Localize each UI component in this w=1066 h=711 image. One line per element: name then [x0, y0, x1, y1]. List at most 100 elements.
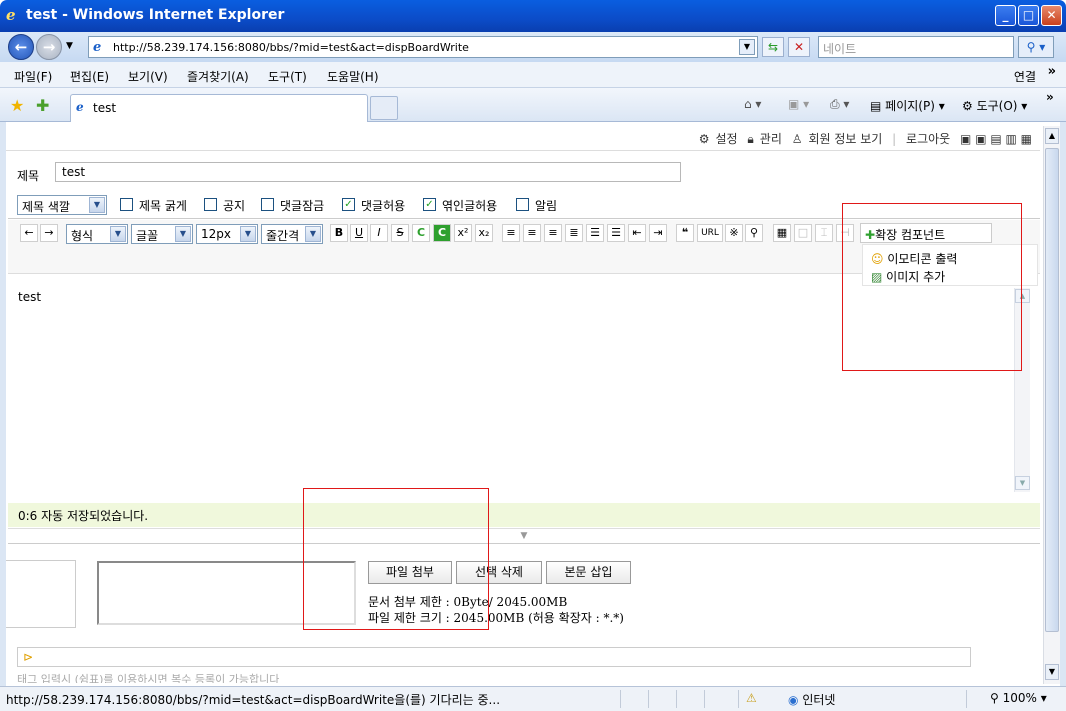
chevron-down-icon: ▼: [175, 226, 191, 242]
menu-edit[interactable]: 편집(E): [70, 68, 109, 85]
top-links: ⚙ 설정 🔒︎ 관리 ♙ 회원 정보 보기 | 로그아웃 ▣ ▣ ▤ ▥ ▦: [698, 132, 1032, 146]
window-titlebar: e test - Windows Internet Explorer _ □ ✕: [0, 0, 1066, 32]
table-icon[interactable]: ▦: [773, 224, 791, 242]
chevron-down-icon: ▼: [305, 226, 321, 242]
address-dropdown-icon[interactable]: ▼: [739, 39, 755, 55]
cell-merge-icon[interactable]: □: [794, 224, 812, 242]
tools-menu[interactable]: ⚙ 도구(O) ▾: [962, 97, 1027, 114]
add-favorite-icon[interactable]: ✚: [36, 96, 49, 115]
zoom-level[interactable]: ⚲ 100% ▾: [990, 691, 1047, 705]
scroll-down-icon[interactable]: ▼: [1045, 664, 1059, 680]
align-justify-icon[interactable]: ≣: [565, 224, 583, 242]
unordered-list-icon[interactable]: ☰: [607, 224, 625, 242]
admin-link[interactable]: 🔒︎ 관리: [747, 132, 781, 146]
checkbox-bold-title[interactable]: [120, 198, 133, 211]
superscript-icon[interactable]: x²: [454, 224, 472, 242]
stop-icon[interactable]: ✕: [788, 37, 810, 57]
back-button[interactable]: ←: [8, 34, 34, 60]
url-icon[interactable]: URL: [697, 224, 723, 242]
address-field[interactable]: e http://58.239.174.156:8080/bbs/?mid=te…: [88, 36, 758, 58]
menu-file[interactable]: 파일(F): [14, 68, 52, 85]
page-menu-label: 페이지(P): [885, 99, 935, 113]
search-icon[interactable]: ⚲: [745, 224, 763, 242]
align-left-icon[interactable]: ≡: [502, 224, 520, 242]
font-color-icon[interactable]: C: [412, 224, 430, 242]
option-label: 공지: [223, 199, 246, 213]
option-label: 댓글잠금: [280, 199, 325, 213]
italic-icon[interactable]: I: [370, 224, 388, 242]
settings-link[interactable]: ⚙ 설정: [699, 132, 738, 146]
outdent-icon[interactable]: ⇤: [628, 224, 646, 242]
menu-view[interactable]: 보기(V): [128, 68, 168, 85]
indent-icon[interactable]: ⇥: [649, 224, 667, 242]
print-icon[interactable]: ⎙ ▾: [830, 97, 849, 112]
ie-logo-icon: e: [6, 6, 16, 24]
menu-help[interactable]: 도움말(H): [327, 68, 379, 85]
status-bar: http://58.239.174.156:8080/bbs/?mid=test…: [0, 686, 1066, 711]
close-button[interactable]: ✕: [1041, 5, 1062, 26]
checkbox-notice[interactable]: [204, 198, 217, 211]
logout-link[interactable]: 로그아웃: [906, 132, 950, 146]
align-right-icon[interactable]: ≡: [544, 224, 562, 242]
search-button[interactable]: ⚲ ▾: [1018, 36, 1054, 58]
commands-chevron-icon[interactable]: »: [1046, 90, 1054, 104]
align-center-icon[interactable]: ≡: [523, 224, 541, 242]
menu-favorites[interactable]: 즐겨찾기(A): [187, 68, 249, 85]
address-url[interactable]: http://58.239.174.156:8080/bbs/?mid=test…: [113, 41, 469, 54]
editor-content[interactable]: test: [18, 290, 41, 304]
search-input[interactable]: 네이트: [818, 36, 1014, 58]
links-label[interactable]: 연결: [1014, 68, 1036, 85]
home-icon[interactable]: ⌂ ▾: [744, 97, 761, 111]
minimize-button[interactable]: _: [995, 5, 1016, 26]
quote-icon[interactable]: ❝: [676, 224, 694, 242]
title-color-select[interactable]: 제목 색깔 ▼: [17, 195, 107, 215]
highlight-box: [303, 488, 489, 630]
underline-icon[interactable]: U: [350, 224, 368, 242]
member-info-link[interactable]: ♙ 회원 정보 보기: [792, 132, 883, 146]
forward-button[interactable]: →: [36, 34, 62, 60]
strike-icon[interactable]: S: [391, 224, 409, 242]
editor-scroll-down-icon[interactable]: ▼: [1015, 476, 1030, 490]
ordered-list-icon[interactable]: ☰: [586, 224, 604, 242]
feeds-icon[interactable]: ▣ ▾: [788, 97, 809, 111]
tag-input[interactable]: ⊳: [17, 647, 971, 667]
special-char-icon[interactable]: ※: [725, 224, 743, 242]
checkbox-allow-comment[interactable]: ✓: [342, 198, 355, 211]
linespacing-select[interactable]: 줄간격 ▼: [261, 224, 323, 244]
history-dropdown-icon[interactable]: ▼: [66, 41, 73, 51]
size-select[interactable]: 12px ▼: [196, 224, 258, 244]
subscript-icon[interactable]: x₂: [475, 224, 493, 242]
protected-mode-icon: ⚠: [746, 691, 757, 705]
chevron-down-icon: ▼: [240, 226, 256, 242]
redo-icon[interactable]: →: [40, 224, 58, 242]
bold-icon[interactable]: B: [330, 224, 348, 242]
maximize-button[interactable]: □: [1018, 5, 1039, 26]
title-input[interactable]: test: [55, 162, 681, 182]
scroll-up-icon[interactable]: ▲: [1045, 128, 1059, 144]
editor-resize-handle[interactable]: ▼: [8, 528, 1040, 544]
bg-color-icon[interactable]: C: [433, 224, 451, 242]
undo-icon[interactable]: ←: [20, 224, 38, 242]
divider: [6, 150, 1040, 151]
refresh-icon[interactable]: ⇆: [762, 37, 784, 57]
new-tab-button[interactable]: [370, 96, 398, 120]
cell-split-icon[interactable]: ⌶: [815, 224, 833, 242]
format-select[interactable]: 형식 ▼: [66, 224, 128, 244]
status-text: http://58.239.174.156:8080/bbs/?mid=test…: [6, 693, 501, 707]
menu-tools[interactable]: 도구(T): [268, 68, 307, 85]
page-menu[interactable]: ▤ 페이지(P) ▾: [870, 97, 945, 114]
favorites-star-icon[interactable]: ★: [10, 96, 24, 115]
checkbox-notify[interactable]: [516, 198, 529, 211]
help-icon[interactable]: ▣ ▣ ▤ ▥ ▦: [960, 132, 1032, 146]
tab-test[interactable]: e test: [70, 94, 368, 122]
highlight-box: [842, 203, 1022, 371]
scroll-thumb[interactable]: [1045, 148, 1059, 632]
font-select[interactable]: 글꼴 ▼: [131, 224, 193, 244]
page-scrollbar[interactable]: ▲ ▼: [1043, 126, 1060, 684]
checkbox-comment-lock[interactable]: [261, 198, 274, 211]
checkbox-allow-trackback[interactable]: ✓: [423, 198, 436, 211]
title-label: 제목: [17, 169, 40, 183]
insert-into-body-button[interactable]: 본문 삽입: [546, 561, 631, 584]
chevron-down-icon: ▼: [110, 226, 126, 242]
links-chevron-icon[interactable]: »: [1048, 64, 1056, 79]
